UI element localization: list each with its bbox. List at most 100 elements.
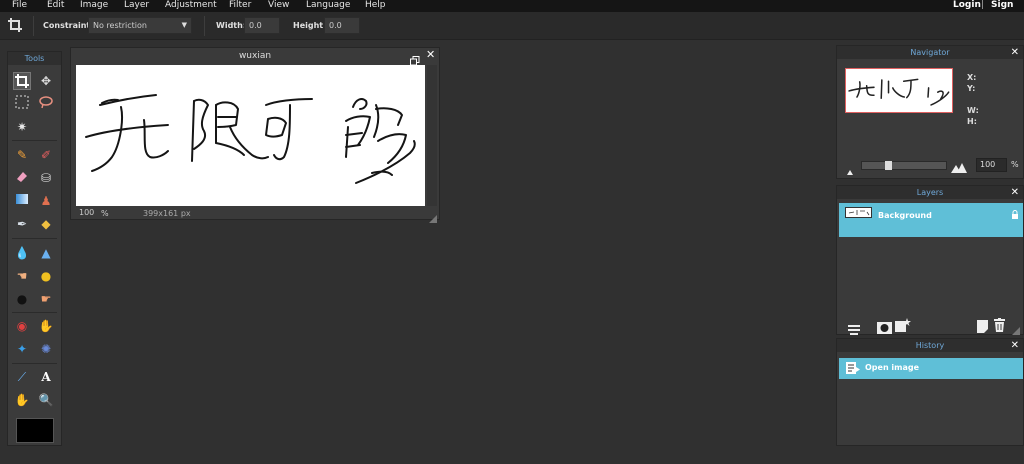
layer-style-icon[interactable] (895, 317, 911, 332)
drawing-tool-icon[interactable]: ◆ (37, 215, 55, 233)
clone-stamp-icon[interactable]: ♟ (37, 192, 55, 210)
nav-h-label: H: (967, 117, 977, 126)
tools-title: Tools (8, 52, 61, 65)
burn-tool-icon[interactable]: ● (13, 290, 31, 308)
hand-tool-icon[interactable]: ✋ (13, 391, 31, 409)
sponge-tool-icon[interactable]: ● (37, 267, 55, 285)
color-replace-icon[interactable]: ✒ (13, 215, 31, 233)
close-icon[interactable]: ✕ (1011, 46, 1019, 59)
zoom-out-icon[interactable] (846, 160, 855, 175)
zoom-slider[interactable] (861, 161, 947, 170)
navigator-thumbnail[interactable] (845, 68, 953, 113)
dodge-tool-icon[interactable]: ☛ (37, 290, 55, 308)
marquee-tool-icon[interactable] (13, 95, 31, 113)
auth-separator: | (981, 0, 985, 10)
brush-tool-icon[interactable]: ✐ (37, 146, 55, 164)
menu-adjustment[interactable]: Adjustment (165, 0, 217, 10)
zoom-value[interactable]: 100 (79, 208, 94, 217)
layer-row[interactable]: Background (839, 203, 1023, 237)
layer-thumbnail (845, 207, 872, 218)
image-canvas[interactable] (76, 65, 425, 206)
separator (204, 16, 205, 36)
paint-bucket-icon[interactable]: ⛁ (37, 169, 55, 187)
menu-bar: File Edit Image Layer Adjustment Filter … (0, 0, 1024, 20)
width-field[interactable]: 0.0 (244, 17, 280, 34)
new-layer-icon[interactable] (977, 318, 988, 333)
smudge-tool-icon[interactable]: ☚ (13, 267, 31, 285)
menu-image[interactable]: Image (80, 0, 108, 10)
image-dimensions: 399x161 px (143, 209, 191, 218)
zoom-tool-icon[interactable]: 🔍 (37, 391, 55, 409)
width-label: Width: (216, 21, 247, 30)
tool-separator (12, 312, 57, 313)
crop-tool-icon[interactable] (13, 72, 31, 90)
move-tool-icon[interactable]: ✥ (37, 72, 55, 90)
bloat-tool-icon[interactable]: ✦ (13, 340, 31, 358)
menu-language[interactable]: Language (306, 0, 350, 10)
lock-icon (1011, 210, 1019, 219)
height-field[interactable]: 0.0 (324, 17, 360, 34)
nav-y-label: Y: (967, 84, 976, 93)
layers-title: Layers ✕ (837, 186, 1023, 199)
image-status-bar: 100 % 399x161 px (76, 207, 425, 218)
tool-separator (12, 363, 57, 364)
menu-edit[interactable]: Edit (47, 0, 64, 10)
nav-w-label: W: (967, 106, 979, 115)
constraint-value: No restriction (93, 21, 147, 30)
close-icon[interactable]: ✕ (1011, 339, 1019, 352)
navigator-title-text: Navigator (910, 48, 950, 57)
resize-grip-icon[interactable] (429, 208, 437, 223)
zoom-slider-thumb[interactable] (885, 161, 892, 170)
gradient-tool-icon[interactable] (13, 192, 31, 210)
pinch-tool-icon[interactable]: ✺ (37, 340, 55, 358)
image-window-title: wuxian (238, 51, 272, 61)
spot-heal-icon[interactable]: ✋ (37, 317, 55, 335)
options-bar: Constraint: No restriction ▼ Width: 0.0 … (0, 12, 1024, 40)
layer-name: Background (878, 211, 932, 220)
blur-tool-icon[interactable]: 💧 (13, 244, 31, 262)
red-eye-icon[interactable]: ◉ (13, 317, 31, 335)
lasso-tool-icon[interactable] (37, 95, 55, 113)
history-title: History ✕ (837, 339, 1023, 352)
foreground-color-swatch[interactable] (16, 418, 54, 443)
pencil-tool-icon[interactable]: ✎ (13, 146, 31, 164)
tool-separator (12, 140, 57, 141)
constraint-select[interactable]: No restriction ▼ (88, 17, 192, 34)
zoom-unit: % (101, 209, 109, 218)
zoom-input[interactable]: 100 (976, 158, 1007, 172)
layer-settings-icon[interactable] (848, 320, 860, 335)
menu-view[interactable]: View (268, 0, 289, 10)
type-tool-icon[interactable]: A (37, 368, 55, 386)
thumbnail-image (848, 78, 950, 106)
color-picker-icon[interactable]: ⟋ (13, 368, 31, 386)
sharpen-tool-icon[interactable]: ▲ (37, 244, 55, 262)
close-icon[interactable]: ✕ (426, 48, 435, 61)
close-icon[interactable]: ✕ (1011, 186, 1019, 199)
history-row[interactable]: Open image (839, 358, 1023, 379)
constraint-label: Constraint: (43, 21, 94, 30)
login-link[interactable]: Login (953, 0, 981, 10)
crop-icon (7, 17, 23, 33)
handwriting-image (85, 94, 416, 184)
zoom-unit: % (1011, 160, 1019, 169)
eraser-tool-icon[interactable] (13, 169, 31, 187)
menu-filter[interactable]: Filter (229, 0, 251, 10)
trash-icon[interactable] (994, 317, 1005, 332)
layer-mask-icon[interactable] (877, 319, 892, 334)
magic-wand-icon[interactable]: ✷ (13, 118, 31, 136)
menu-help[interactable]: Help (365, 0, 386, 10)
history-open-icon (846, 362, 860, 374)
image-window: wuxian ✕ 100 % 399x161 px (70, 47, 440, 223)
menu-file[interactable]: File (12, 0, 27, 10)
separator (33, 16, 34, 36)
height-label: Height: (293, 21, 327, 30)
zoom-in-icon[interactable] (951, 158, 967, 173)
menu-layer[interactable]: Layer (124, 0, 149, 10)
history-item-name: Open image (865, 363, 920, 372)
restore-window-icon[interactable] (410, 51, 420, 66)
resize-grip-icon[interactable] (1012, 320, 1020, 335)
tools-panel: Tools ✥ ✷ ✎ ✐ ⛁ ♟ ✒ ◆ 💧 ▲ ☚ ● ● ☛ ◉ ✋ ✦ … (7, 51, 62, 446)
vertical-scrollbar[interactable] (427, 65, 437, 206)
layers-panel: Layers ✕ Background (836, 185, 1024, 335)
layers-title-text: Layers (916, 188, 944, 197)
